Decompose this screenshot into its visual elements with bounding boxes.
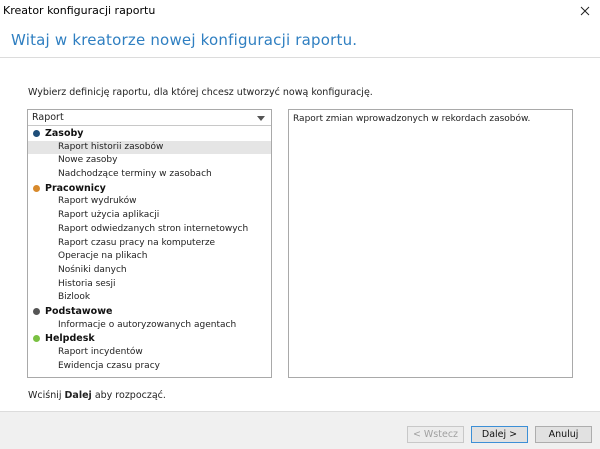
list-item-label: Raport czasu pracy na komputerze: [58, 237, 216, 248]
group-header: Podstawowe: [28, 305, 271, 319]
group-header: Pracownicy: [28, 182, 271, 196]
dropdown-value: Raport: [32, 112, 64, 123]
list-item-label: Nadchodzące terminy w zasobach: [58, 169, 212, 180]
list-item[interactable]: Raport historii zasobów: [28, 140, 271, 155]
title-bar: Kreator konfiguracji raportu: [0, 0, 600, 22]
close-icon[interactable]: [570, 0, 600, 22]
list-item-label: Raport wydruków: [58, 196, 137, 207]
list-item[interactable]: Bizlook: [28, 291, 271, 305]
list-item[interactable]: Operacje na plikach: [28, 250, 271, 264]
wizard-header: Witaj w kreatorze nowej konfiguracji rap…: [0, 22, 600, 58]
list-item-label: Raport użycia aplikacji: [58, 210, 160, 221]
list-item[interactable]: Ewidencja czasu pracy: [28, 360, 271, 374]
list-item[interactable]: Raport odwiedzanych stron internetowych: [28, 223, 271, 237]
hint-bold: Dalej: [64, 390, 92, 401]
list-item-label: Nowe zasoby: [58, 155, 118, 166]
list-item[interactable]: Nowe zasoby: [28, 154, 271, 168]
cancel-button[interactable]: Anuluj: [535, 426, 592, 443]
report-definition-list[interactable]: Raport Zasoby Raport historii zasobów Nowe…: [27, 109, 272, 378]
group-header: Helpdesk: [28, 332, 271, 346]
list-item[interactable]: Historia sesji: [28, 278, 271, 292]
group-dot-icon: [33, 184, 40, 192]
report-type-dropdown[interactable]: Raport: [28, 110, 271, 126]
group-label: Podstawowe: [45, 305, 113, 317]
list-item-label: Ewidencja czasu pracy: [58, 360, 160, 371]
page-title: Witaj w kreatorze nowej konfiguracji rap…: [11, 31, 358, 49]
window-title: Kreator konfiguracji raportu: [3, 4, 156, 17]
list-item[interactable]: Raport czasu pracy na komputerze: [28, 237, 271, 251]
report-description: Raport zmian wprowadzonych w rekordach z…: [293, 114, 531, 124]
list-item-label: Raport incydentów: [58, 347, 143, 357]
chevron-down-icon[interactable]: [257, 116, 265, 121]
list-item-label: Operacje na plikach: [58, 251, 148, 262]
list-item[interactable]: Raport incydentów: [28, 346, 271, 360]
list-item-label: Historia sesji: [58, 278, 116, 289]
list-item[interactable]: Raport wydruków: [28, 195, 271, 209]
back-button[interactable]: < Wstecz: [407, 426, 464, 443]
list-item-label: Raport historii zasobów: [58, 141, 164, 152]
group-label: Pracownicy: [45, 182, 106, 194]
list-item[interactable]: Nośniki danych: [28, 264, 271, 278]
hint-prefix: Wciśnij: [28, 390, 65, 401]
list-item-label: Bizlook: [58, 292, 91, 303]
list-item[interactable]: Raport użycia aplikacji: [28, 209, 271, 223]
group-dot-icon: [33, 307, 40, 315]
group-header: Zasoby: [28, 127, 271, 141]
group-dot-icon: [33, 335, 40, 343]
group-dot-icon: [33, 130, 40, 137]
group-label: Zasoby: [45, 128, 84, 139]
list-item[interactable]: Nadchodzące terminy w zasobach: [28, 168, 271, 182]
group-label: Helpdesk: [45, 333, 95, 345]
report-list: Zasoby Raport historii zasobów Nowe zasoby…: [28, 127, 271, 373]
list-item[interactable]: Informacje o autoryzowanych agentach: [28, 319, 271, 333]
report-description-panel: Raport zmian wprowadzonych w rekordach z…: [288, 109, 573, 378]
list-item-label: Nośniki danych: [58, 264, 127, 275]
wizard-footer: < Wstecz Dalej > Anuluj: [0, 411, 600, 449]
list-item-label: Informacje o autoryzowanych agentach: [58, 319, 237, 330]
start-hint: Wciśnij Dalej aby rozpocząć.: [28, 390, 166, 401]
next-button[interactable]: Dalej >: [471, 426, 528, 443]
list-item-label: Raport odwiedzanych stron internetowych: [58, 223, 249, 234]
wizard-body: Wybierz definicję raportu, dla której ch…: [0, 59, 600, 411]
instruction-text: Wybierz definicję raportu, dla której ch…: [28, 87, 373, 98]
hint-suffix: aby rozpocząć.: [91, 390, 166, 401]
